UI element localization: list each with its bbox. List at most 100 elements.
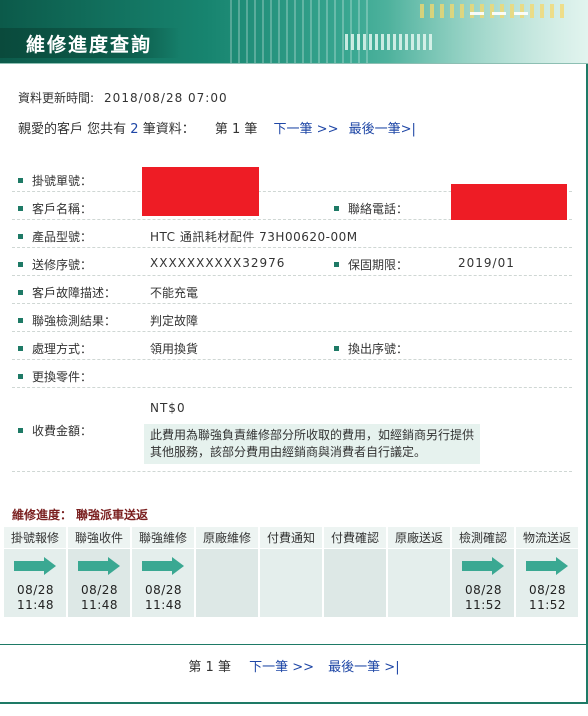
bullet-icon	[18, 234, 23, 239]
bullet-icon	[18, 346, 23, 351]
current-record-indicator: 第 1 筆	[214, 122, 258, 137]
footer-divider	[0, 644, 588, 645]
field-row: 客戶名稱： 聯絡電話：	[12, 184, 572, 220]
bullet-icon	[334, 206, 339, 211]
progress-step-label: 聯強收件	[68, 527, 130, 549]
phone-label: 聯絡電話：	[348, 202, 409, 216]
footer-current-record: 第 1 筆	[188, 660, 231, 675]
footer-pagination: 第 1 筆 下一筆 >> 最後一筆 >|	[0, 656, 588, 675]
bullet-icon	[18, 262, 23, 267]
inspection-label: 聯強檢測結果：	[32, 314, 117, 328]
handling-value: 領用換貨	[150, 342, 199, 356]
warranty-label: 保固期限：	[348, 258, 409, 272]
progress-step-date: 08/28	[528, 583, 567, 597]
progress-step-datetime: 08/28 11:48	[132, 583, 195, 613]
progress-step-label: 檢測確認	[452, 527, 514, 549]
field-row: 客戶故障描述： 不能充電	[12, 276, 572, 304]
redacted-value	[451, 184, 567, 220]
header-dash-decoration	[514, 12, 528, 15]
update-time-value: 2018/08/28 07:00	[104, 91, 228, 105]
fee-amount: NT$0	[150, 401, 186, 415]
update-time: 資料更新時間: 2018/08/28 07:00	[18, 89, 228, 106]
progress-step-datetime: 08/28 11:48	[68, 583, 131, 613]
progress-step: 聯強維修 08/28 11:48	[132, 527, 195, 617]
field-row: 聯強檢測結果： 判定故障	[12, 304, 572, 332]
progress-step-time: 11:48	[16, 598, 55, 612]
progress-step-datetime: 08/28 11:48	[4, 583, 67, 613]
bullet-icon	[334, 346, 339, 351]
progress-step-label: 物流送返	[516, 527, 578, 549]
progress-step-date: 08/28	[16, 583, 55, 597]
progress-step: 掛號報修 08/28 11:48	[4, 527, 67, 617]
progress-arrow-icon	[142, 557, 184, 575]
fault-label: 客戶故障描述：	[32, 286, 117, 300]
progress-step-label: 原廠維修	[196, 527, 258, 549]
header-dash-decoration	[492, 12, 506, 15]
progress-status: 聯強派車送返	[76, 508, 149, 522]
serial-value: XXXXXXXXXX32976	[150, 256, 286, 270]
progress-step: 付費通知	[260, 527, 323, 617]
frame-bottom-border	[0, 702, 588, 704]
progress-table: 掛號報修 08/28 11:48 聯強收件 08/28 11:48 聯強維修 08/28 11:…	[4, 527, 580, 617]
bullet-icon	[18, 374, 23, 379]
field-row: 送修序號： XXXXXXXXXX32976 保固期限： 2019/01	[12, 248, 572, 276]
header-circuit-decoration	[230, 0, 370, 63]
progress-step-label: 聯強維修	[132, 527, 194, 549]
progress-step: 檢測確認 08/28 11:52	[452, 527, 515, 617]
footer-last-link[interactable]: 最後一筆 >|	[328, 660, 399, 675]
bullet-icon	[18, 206, 23, 211]
progress-title: 維修進度： 聯強派車送返	[12, 506, 148, 523]
page-title: 維修進度查詢	[26, 34, 153, 56]
summary-prefix: 親愛的客戶 您共有	[18, 122, 127, 137]
progress-arrow-icon	[78, 557, 120, 575]
progress-step-label: 掛號報修	[4, 527, 66, 549]
progress-step: 付費確認	[324, 527, 387, 617]
ticket-no-label: 掛號單號：	[32, 174, 93, 188]
progress-step: 物流送返 08/28 11:52	[516, 527, 579, 617]
header-tiles-decoration	[420, 4, 570, 18]
next-record-link[interactable]: 下一筆 >>	[274, 122, 339, 137]
bullet-icon	[18, 428, 23, 433]
fee-note: 此費用為聯強負責維修部分所收取的費用，如經銷商另行提供 其他服務，該部分費用由經…	[144, 424, 480, 464]
progress-step-time: 11:48	[144, 598, 183, 612]
progress-step-time: 11:52	[464, 598, 503, 612]
customer-name-label: 客戶名稱：	[32, 202, 93, 216]
progress-step: 原廠維修	[196, 527, 259, 617]
parts-label: 更換零件：	[32, 370, 93, 384]
progress-step-label: 付費確認	[324, 527, 386, 549]
progress-arrow-icon	[14, 557, 56, 575]
field-row: 產品型號： HTC 通訊耗材配件 73H00620-00M	[12, 220, 572, 248]
bullet-icon	[18, 290, 23, 295]
header-dash-decoration	[470, 12, 484, 15]
progress-step-datetime: 08/28 11:52	[452, 583, 515, 613]
field-row: 更換零件：	[12, 360, 572, 388]
last-record-link[interactable]: 最後一筆>|	[349, 122, 416, 137]
progress-step-date: 08/28	[80, 583, 119, 597]
bullet-icon	[334, 262, 339, 267]
summary-suffix: 筆資料：	[142, 122, 195, 137]
fee-label: 收費金額：	[32, 424, 93, 438]
fee-note-line-1: 此費用為聯強負責維修部分所收取的費用，如經銷商另行提供	[150, 428, 475, 442]
field-row-fee: NT$0 收費金額： 此費用為聯強負責維修部分所收取的費用，如經銷商另行提供 其…	[12, 388, 572, 472]
progress-step-label: 付費通知	[260, 527, 322, 549]
handling-label: 處理方式：	[32, 342, 93, 356]
progress-step: 聯強收件 08/28 11:48	[68, 527, 131, 617]
progress-arrow-icon	[526, 557, 568, 575]
field-row: 處理方式： 領用換貨 換出序號：	[12, 332, 572, 360]
progress-step-datetime: 08/28 11:52	[516, 583, 579, 613]
repair-query-page: 維修進度查詢 資料更新時間: 2018/08/28 07:00 親愛的客戶 您共有…	[0, 0, 588, 716]
footer-next-link[interactable]: 下一筆 >>	[249, 660, 314, 675]
progress-step-date: 08/28	[464, 583, 503, 597]
swap-serial-label: 換出序號：	[348, 342, 409, 356]
header-banner: 維修進度查詢	[0, 0, 588, 64]
fault-value: 不能充電	[150, 286, 199, 300]
progress-step-label: 原廠送返	[388, 527, 450, 549]
serial-label: 送修序號：	[32, 258, 93, 272]
detail-fields: 掛號單號： 客戶名稱： 聯絡電話： 產品型號： HTC 通訊耗材配件 73H00…	[12, 164, 572, 472]
progress-step: 原廠送返	[388, 527, 451, 617]
fee-note-line-2: 其他服務，該部分費用由經銷商與消費者自行議定。	[150, 445, 427, 459]
progress-step-time: 11:48	[80, 598, 119, 612]
warranty-value: 2019/01	[458, 256, 515, 270]
record-summary: 親愛的客戶 您共有 2 筆資料： 第 1 筆 下一筆 >> 最後一筆>|	[18, 118, 416, 137]
header-barcode-decoration	[345, 34, 435, 50]
